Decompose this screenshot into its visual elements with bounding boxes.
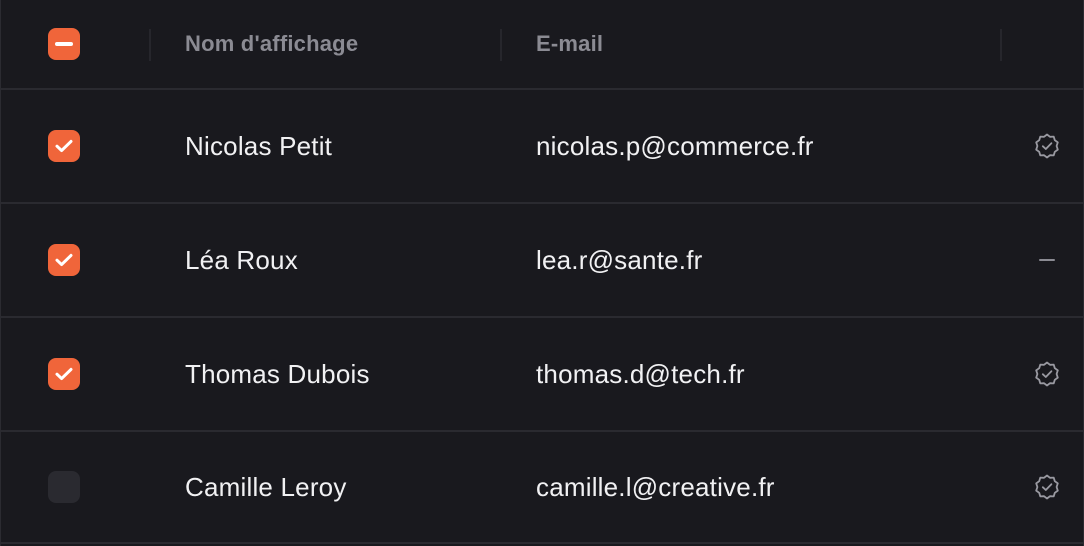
checkmark-icon — [55, 139, 73, 153]
users-table: Nom d'affichage E-mail Nicolas Petit nic… — [0, 0, 1084, 546]
user-email: nicolas.p@commerce.fr — [536, 130, 814, 161]
row-checkbox[interactable] — [48, 244, 80, 276]
verified-badge-icon — [1033, 360, 1061, 388]
row-checkbox[interactable] — [48, 471, 80, 503]
table-header: Nom d'affichage E-mail — [1, 0, 1083, 90]
table-row[interactable]: Thomas Dubois thomas.d@tech.fr — [1, 318, 1083, 432]
user-display-name: Léa Roux — [185, 244, 298, 275]
user-display-name: Thomas Dubois — [185, 358, 370, 389]
row-name-cell: Camille Leroy — [151, 432, 502, 542]
row-status-cell — [1002, 432, 1083, 542]
user-display-name: Nicolas Petit — [185, 130, 333, 161]
user-email: camille.l@creative.fr — [536, 471, 775, 502]
verified-badge-icon — [1033, 132, 1061, 160]
user-display-name: Camille Leroy — [185, 471, 347, 502]
header-select-cell — [1, 0, 151, 88]
row-email-cell: lea.r@sante.fr — [502, 204, 1002, 316]
row-name-cell: Thomas Dubois — [151, 318, 502, 430]
select-all-checkbox[interactable] — [48, 28, 80, 60]
row-status-cell — [1002, 90, 1083, 202]
checkmark-icon — [55, 253, 73, 267]
row-name-cell: Léa Roux — [151, 204, 502, 316]
verified-badge-icon — [1033, 473, 1061, 501]
row-email-cell: camille.l@creative.fr — [502, 432, 1002, 542]
header-email-cell[interactable]: E-mail — [502, 0, 1002, 88]
header-status-cell — [1002, 0, 1083, 88]
column-header-email: E-mail — [536, 31, 604, 56]
dash-icon — [1038, 259, 1055, 261]
row-status-cell — [1002, 204, 1083, 316]
user-email: lea.r@sante.fr — [536, 244, 703, 275]
row-email-cell: nicolas.p@commerce.fr — [502, 90, 1002, 202]
row-select-cell — [1, 204, 151, 316]
row-select-cell — [1, 90, 151, 202]
checkmark-icon — [55, 367, 73, 381]
column-header-name: Nom d'affichage — [185, 31, 359, 56]
row-checkbox[interactable] — [48, 358, 80, 390]
header-name-cell[interactable]: Nom d'affichage — [151, 0, 502, 88]
table-row[interactable]: Nicolas Petit nicolas.p@commerce.fr — [1, 90, 1083, 204]
row-status-cell — [1002, 318, 1083, 430]
column-divider[interactable] — [1000, 29, 1002, 61]
row-select-cell — [1, 318, 151, 430]
minus-icon — [55, 42, 73, 46]
table-row[interactable]: Léa Roux lea.r@sante.fr — [1, 204, 1083, 318]
user-email: thomas.d@tech.fr — [536, 358, 745, 389]
row-email-cell: thomas.d@tech.fr — [502, 318, 1002, 430]
row-select-cell — [1, 432, 151, 542]
row-checkbox[interactable] — [48, 130, 80, 162]
row-name-cell: Nicolas Petit — [151, 90, 502, 202]
table-row[interactable]: Camille Leroy camille.l@creative.fr — [1, 432, 1083, 544]
